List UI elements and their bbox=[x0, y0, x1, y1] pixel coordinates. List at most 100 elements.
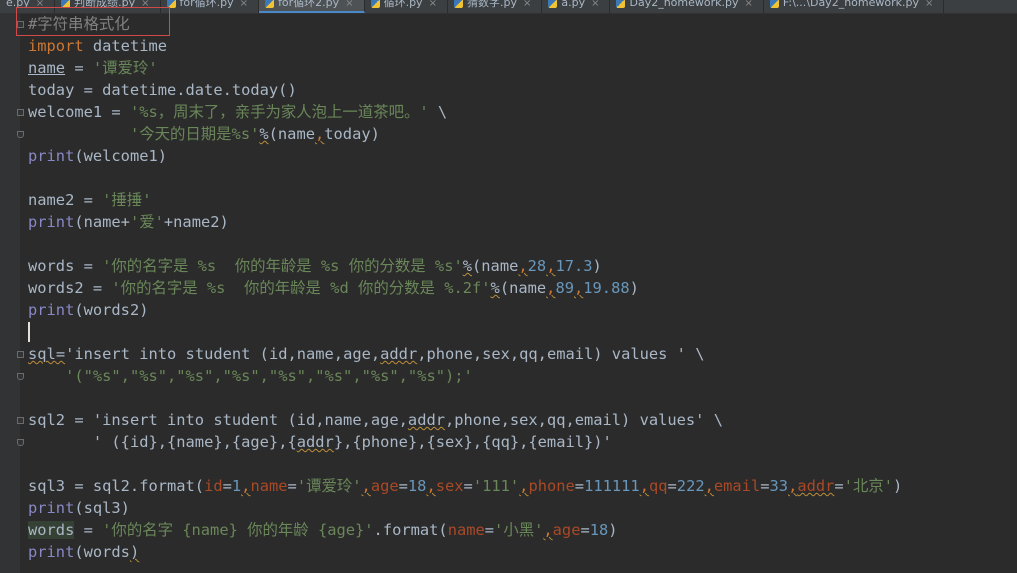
close-icon[interactable]: × bbox=[591, 0, 599, 9]
editor-tab[interactable]: for循环2.py × bbox=[259, 0, 365, 13]
code-line[interactable]: words2 = '你的名字是 %s 你的年龄是 %d 你的分数是 %.2f'%… bbox=[28, 277, 1017, 299]
editor-tab[interactable]: for循环.py × bbox=[161, 0, 260, 13]
code-token: \ bbox=[428, 103, 448, 121]
code-token: (name+ bbox=[74, 213, 130, 231]
code-token: ) bbox=[608, 521, 618, 539]
close-icon[interactable]: × bbox=[523, 0, 531, 9]
code-token: name bbox=[28, 59, 66, 77]
fold-marker[interactable] bbox=[17, 351, 24, 358]
editor-tab-label: 猜数字.py bbox=[466, 0, 517, 9]
code-line[interactable]: print(sql3) bbox=[28, 497, 1017, 519]
code-line[interactable]: today = datetime.date.today() bbox=[28, 79, 1017, 101]
code-token: '北京' bbox=[843, 477, 894, 495]
python-file-icon bbox=[616, 0, 626, 8]
editor-tab[interactable]: 循环.py × bbox=[365, 0, 448, 13]
code-token: , bbox=[426, 477, 436, 495]
fold-marker[interactable] bbox=[17, 439, 24, 446]
close-icon[interactable]: × bbox=[345, 0, 353, 9]
code-token: print bbox=[28, 543, 75, 561]
code-token: name bbox=[447, 521, 485, 539]
code-token: (name bbox=[472, 257, 519, 275]
code-line[interactable]: words = '你的名字是 %s 你的年龄是 %s 你的分数是 %s'%(na… bbox=[28, 255, 1017, 277]
code-token: addr bbox=[296, 433, 334, 451]
code-token: ) bbox=[592, 257, 602, 275]
fold-marker[interactable] bbox=[17, 109, 24, 116]
code-line[interactable] bbox=[28, 321, 1017, 343]
code-token: = bbox=[55, 345, 66, 363]
code-line[interactable]: name = '谭爱玲' bbox=[28, 57, 1017, 79]
code-token: '%s，周末了，亲手为家人泡上一道茶吧。' bbox=[129, 103, 429, 121]
code-token: ,phone,sex,qq,email) values ' bbox=[417, 345, 686, 363]
code-token: 33 bbox=[769, 477, 789, 495]
code-token: = bbox=[484, 521, 495, 539]
code-token: '谭爱玲' bbox=[92, 59, 158, 77]
editor-tab[interactable]: Day2_homework.py × bbox=[610, 0, 764, 13]
editor-tab-label: 循环.py bbox=[383, 0, 423, 9]
code-line[interactable]: print(words) bbox=[28, 541, 1017, 563]
code-line[interactable]: sql='insert into student (id,name,age,ad… bbox=[28, 343, 1017, 365]
fold-marker[interactable] bbox=[17, 373, 24, 380]
editor-tab[interactable]: a.py × bbox=[542, 0, 611, 13]
code-token: print bbox=[28, 213, 75, 231]
code-token: print bbox=[28, 301, 75, 319]
code-token: (welcome1) bbox=[74, 147, 168, 165]
code-line[interactable]: welcome1 = '%s，周末了，亲手为家人泡上一道茶吧。' \ bbox=[28, 101, 1017, 123]
fold-marker[interactable] bbox=[17, 131, 24, 138]
editor-tab-label: Day2_homework.py bbox=[629, 0, 739, 9]
code-token: (name bbox=[268, 125, 315, 143]
code-line[interactable]: print(words2) bbox=[28, 299, 1017, 321]
code-token: % bbox=[490, 279, 500, 297]
code-line[interactable] bbox=[28, 167, 1017, 189]
code-token: email bbox=[713, 477, 761, 495]
code-editor[interactable]: #字符串格式化 import datetime name = '谭爱玲' today … bbox=[28, 13, 1017, 563]
code-line[interactable]: import datetime bbox=[28, 35, 1017, 57]
code-line[interactable]: print(welcome1) bbox=[28, 145, 1017, 167]
code-token: 17.3 bbox=[555, 257, 593, 275]
code-line[interactable]: print(name+'爱'+name2) bbox=[28, 211, 1017, 233]
code-token: 222 bbox=[676, 477, 705, 495]
code-token: datetime bbox=[83, 37, 168, 55]
editor-tab[interactable]: F:\...\Day2_homework.py × bbox=[764, 0, 945, 13]
line-gutter bbox=[0, 13, 24, 573]
editor-tab[interactable]: 猜数字.py × bbox=[448, 0, 543, 13]
fold-marker[interactable] bbox=[17, 417, 24, 424]
code-token: words bbox=[28, 521, 75, 539]
code-token: '你的名字 {name} 你的年龄 {age}' bbox=[102, 521, 374, 539]
close-icon[interactable]: × bbox=[925, 0, 933, 9]
code-line[interactable] bbox=[28, 387, 1017, 409]
code-line[interactable]: ' ({id},{name},{age},{addr},{phone},{sex… bbox=[28, 431, 1017, 453]
code-token: id bbox=[204, 477, 223, 495]
editor-tab-label: for循环2.py bbox=[278, 0, 340, 9]
code-token: ' ({id},{name},{age},{ bbox=[92, 433, 297, 451]
code-token: '今天的日期是%s' bbox=[129, 125, 260, 143]
code-token: 111111 bbox=[584, 477, 640, 495]
code-line[interactable] bbox=[28, 453, 1017, 475]
code-line[interactable]: '("%s","%s","%s","%s","%s","%s","%s","%s… bbox=[28, 365, 1017, 387]
code-line[interactable]: name2 = '捶捶' bbox=[28, 189, 1017, 211]
code-line[interactable]: sql2 = 'insert into student (id,name,age… bbox=[28, 409, 1017, 431]
code-token: age bbox=[552, 521, 581, 539]
annotation-highlight-box bbox=[16, 7, 170, 36]
code-line[interactable]: #字符串格式化 bbox=[28, 13, 1017, 35]
close-icon[interactable]: × bbox=[240, 0, 248, 9]
code-token: words = bbox=[28, 257, 103, 275]
code-token: sql3 = sql2.format( bbox=[28, 477, 205, 495]
code-token: 18 bbox=[407, 477, 427, 495]
code-line[interactable] bbox=[28, 233, 1017, 255]
code-token: \ bbox=[704, 411, 723, 429]
code-line[interactable]: words = '你的名字 {name} 你的年龄 {age}'.format(… bbox=[28, 519, 1017, 541]
code-token: '爱' bbox=[129, 213, 164, 231]
close-icon[interactable]: × bbox=[429, 0, 437, 9]
code-token: = bbox=[667, 477, 677, 495]
code-token: 28 bbox=[527, 257, 547, 275]
code-token: 1 bbox=[231, 477, 242, 495]
code-token: 'insert into student (id,name,age, bbox=[65, 345, 381, 363]
code-token: = bbox=[74, 521, 103, 539]
close-icon[interactable]: × bbox=[745, 0, 753, 9]
code-line[interactable]: '今天的日期是%s'%(name,today) bbox=[28, 123, 1017, 145]
code-token: , bbox=[314, 125, 325, 143]
code-token: words2 = bbox=[28, 279, 112, 297]
code-line[interactable]: sql3 = sql2.format(id=1,name='谭爱玲',age=1… bbox=[28, 475, 1017, 497]
